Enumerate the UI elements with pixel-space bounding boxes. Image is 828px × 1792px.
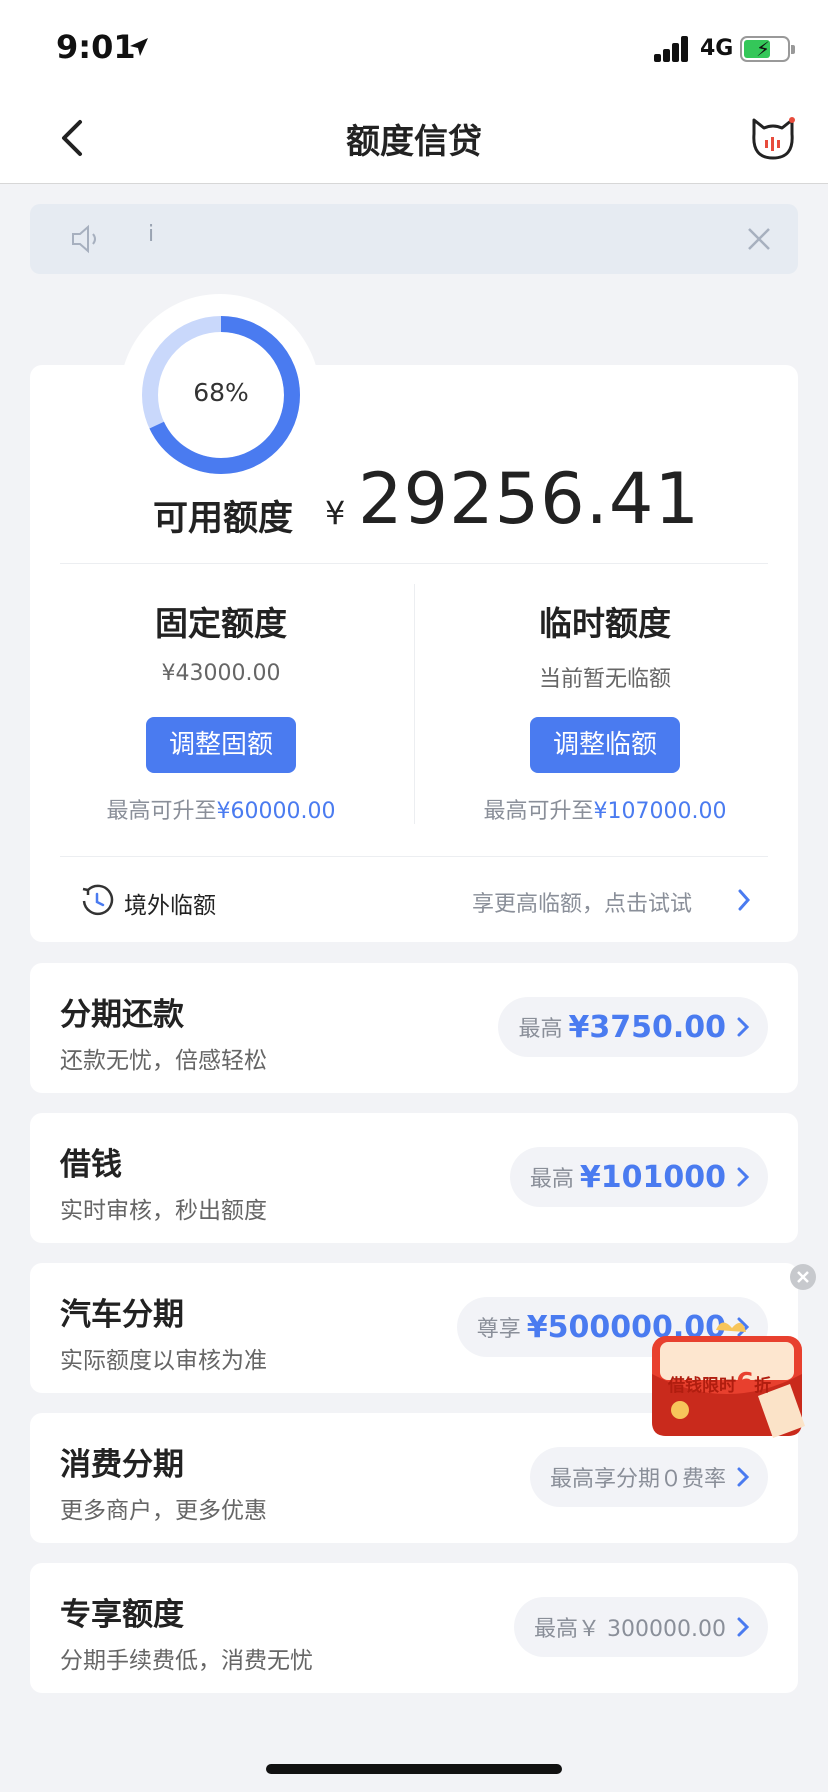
adjust-temp-button[interactable]: 调整临额 — [530, 717, 680, 773]
home-indicator — [266, 1764, 562, 1774]
status-time: 9:01 — [56, 28, 136, 66]
pill-text: 最高￥ 300000.00 — [534, 1617, 726, 1642]
available-currency: ¥ — [325, 494, 346, 532]
pill-prefix: 最高 — [529, 1167, 574, 1192]
promo-label-pre: 借钱限时 — [668, 1376, 736, 1396]
notice-bar[interactable]: ⅰ — [30, 204, 798, 274]
chevron-right-icon — [737, 1467, 750, 1487]
pill-text: 最高享分期０费率 — [549, 1467, 726, 1492]
product-card-borrow[interactable]: 借钱 实时审核，秒出额度 最高 ¥101000 — [30, 1113, 798, 1243]
product-subtitle: 实际额度以审核为准 — [60, 1348, 267, 1374]
chevron-right-icon[interactable] — [736, 888, 752, 912]
overseas-label[interactable]: 境外临额 — [124, 886, 216, 920]
divider — [414, 584, 415, 824]
product-limit-pill[interactable]: 最高享分期０费率 — [529, 1447, 768, 1507]
status-bar: 9:01 4G ⚡ — [0, 0, 828, 92]
chevron-right-icon — [737, 1167, 750, 1187]
pill-prefix: 最高 — [518, 1017, 563, 1042]
battery-icon: ⚡ — [740, 36, 795, 62]
chevron-right-icon — [737, 1617, 750, 1637]
available-label: 可用额度 — [153, 499, 294, 539]
product-limit-pill[interactable]: 最高 ¥101000 — [509, 1147, 768, 1207]
product-limit-pill[interactable]: 最高 ¥3750.00 — [498, 997, 768, 1057]
pill-value: ¥101000 — [579, 1159, 726, 1195]
promo-label[interactable]: 借钱限时6折 — [668, 1368, 771, 1398]
close-icon[interactable] — [746, 226, 772, 252]
product-title: 专享额度 — [60, 1597, 184, 1633]
temp-max: 最高可升至¥107000.00 — [425, 793, 785, 825]
notice-text: ⅰ — [148, 222, 155, 247]
pill-value: ¥3750.00 — [568, 1009, 726, 1045]
product-card-installment-repay[interactable]: 分期还款 还款无忧，倍感轻松 最高 ¥3750.00 — [30, 963, 798, 1093]
fixed-max-prefix: 最高可升至 — [106, 799, 217, 824]
product-limit-pill[interactable]: 最高￥ 300000.00 — [514, 1597, 768, 1657]
temp-limit-title: 临时额度 — [539, 604, 671, 643]
fixed-limit-amount: ¥43000.00 — [161, 661, 281, 686]
product-subtitle: 分期手续费低，消费无忧 — [60, 1648, 313, 1674]
usage-percent: 68% — [193, 378, 249, 407]
page-title: 额度信贷 — [346, 122, 482, 162]
divider — [60, 563, 768, 564]
product-title: 分期还款 — [60, 997, 184, 1033]
product-title: 借钱 — [60, 1147, 122, 1183]
cellular-signal-icon — [654, 36, 690, 62]
network-type: 4G — [700, 36, 734, 61]
divider — [60, 856, 768, 857]
product-title: 汽车分期 — [60, 1297, 184, 1333]
clock-refresh-icon — [82, 884, 114, 916]
temp-limit-amount: 当前暂无临额 — [538, 667, 671, 692]
product-subtitle: 还款无忧，倍感轻松 — [60, 1048, 267, 1074]
promo-label-num: 6 — [736, 1368, 755, 1398]
product-title: 消费分期 — [60, 1447, 184, 1483]
pill-prefix: 尊享 — [476, 1317, 521, 1342]
fixed-limit-title: 固定额度 — [155, 604, 287, 643]
product-card-exclusive-limit[interactable]: 专享额度 分期手续费低，消费无忧 最高￥ 300000.00 — [30, 1563, 798, 1693]
available-amount: 29256.41 — [358, 458, 701, 540]
fixed-max: 最高可升至¥60000.00 — [41, 793, 401, 825]
temp-max-prefix: 最高可升至 — [483, 799, 594, 824]
promo-close-button[interactable] — [790, 1264, 816, 1290]
location-arrow-icon — [130, 38, 148, 56]
product-subtitle: 实时审核，秒出额度 — [60, 1198, 267, 1224]
promo-label-post: 折 — [754, 1376, 772, 1396]
chevron-right-icon — [737, 1017, 750, 1037]
nav-bar: 额度信贷 — [0, 92, 828, 184]
temp-max-value: ¥107000.00 — [593, 799, 727, 824]
overseas-hint[interactable]: 享更高临额，点击试试 — [472, 886, 692, 918]
adjust-fixed-button[interactable]: 调整固额 — [146, 717, 296, 773]
speaker-icon — [72, 224, 96, 254]
product-subtitle: 更多商户，更多优惠 — [60, 1498, 267, 1524]
fixed-max-value: ¥60000.00 — [216, 799, 336, 824]
mascot-service-icon[interactable] — [748, 114, 798, 164]
close-icon — [797, 1271, 809, 1283]
